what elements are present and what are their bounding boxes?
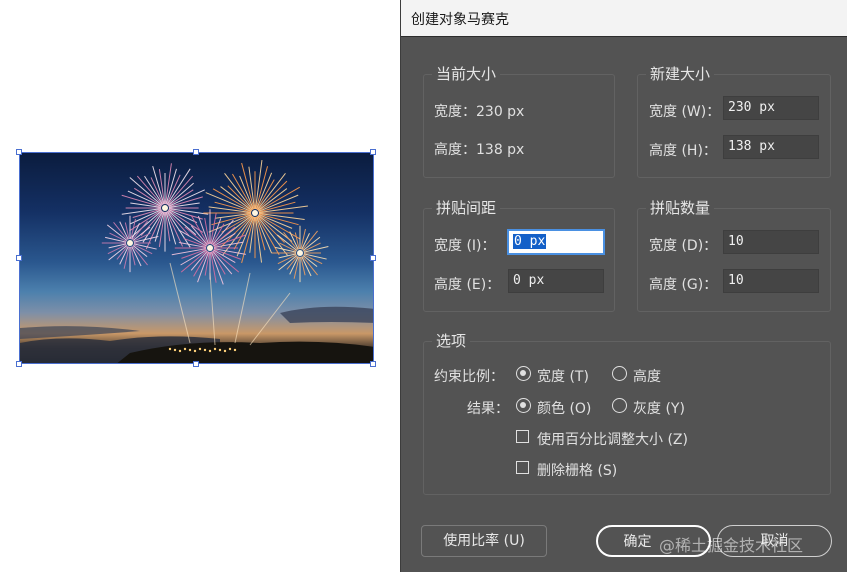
result-color-radio[interactable]	[516, 398, 531, 413]
current-size-group: 当前大小	[423, 64, 615, 178]
new-size-title: 新建大小	[646, 64, 715, 84]
current-size-title: 当前大小	[432, 64, 501, 84]
new-height-input[interactable]: 138 px	[723, 135, 819, 159]
spacing-width-label: 宽度 (I)：	[434, 238, 496, 254]
selection-handle-bottom-left[interactable]	[16, 361, 22, 367]
ok-button-label: 确定	[623, 534, 652, 550]
selection-handle-middle-left[interactable]	[16, 255, 22, 261]
spacing-width-selected-text: 0 px	[513, 234, 547, 249]
options-title: 选项	[432, 331, 471, 351]
new-width-label: 宽度 (W)：	[649, 104, 721, 120]
cancel-button[interactable]: 取消	[717, 525, 832, 557]
tile-count-title: 拼贴数量	[646, 198, 715, 218]
selection-handle-top-left[interactable]	[16, 149, 22, 155]
constrain-height-radio[interactable]	[612, 366, 627, 381]
count-height-label: 高度 (G)：	[649, 277, 718, 293]
result-grayscale-label[interactable]: 灰度 (Y)	[633, 398, 685, 418]
current-height-text: 高度：138 px	[434, 142, 525, 158]
new-height-label: 高度 (H)：	[649, 143, 717, 159]
spacing-height-input[interactable]: 0 px	[508, 269, 604, 293]
cancel-button-label: 取消	[760, 533, 789, 549]
constrain-width-radio[interactable]	[516, 366, 531, 381]
fireworks-illustration	[20, 160, 373, 363]
selection-handle-top-middle[interactable]	[193, 149, 199, 155]
delete-raster-label[interactable]: 删除栅格 (S)	[537, 460, 617, 480]
dialog-title[interactable]: 创建对象马赛克	[401, 0, 847, 37]
constrain-height-label[interactable]: 高度	[633, 366, 661, 386]
current-width-text: 宽度：230 px	[434, 104, 525, 120]
result-grayscale-radio[interactable]	[612, 398, 627, 413]
result-label: 结果：	[467, 401, 509, 417]
fireworks-image[interactable]	[19, 152, 374, 364]
use-percent-checkbox[interactable]	[516, 430, 529, 443]
count-height-input[interactable]: 10	[723, 269, 819, 293]
new-size-group: 新建大小	[637, 64, 831, 178]
selection-handle-top-right[interactable]	[370, 149, 376, 155]
spacing-height-label: 高度 (E)：	[434, 277, 501, 293]
count-width-label: 宽度 (D)：	[649, 238, 718, 254]
count-width-input[interactable]: 10	[723, 230, 819, 254]
tile-spacing-group: 拼贴间距	[423, 198, 615, 312]
constrain-width-label[interactable]: 宽度 (T)	[537, 366, 589, 386]
object-mosaic-dialog: 创建对象马赛克 当前大小 宽度：230 px 高度：138 px 新建大小 宽度…	[400, 0, 847, 572]
tile-spacing-title: 拼贴间距	[432, 198, 501, 218]
use-ratio-button[interactable]: 使用比率 (U)	[421, 525, 547, 557]
tile-count-group: 拼贴数量	[637, 198, 831, 312]
delete-raster-checkbox[interactable]	[516, 461, 529, 474]
options-group: 选项	[423, 331, 831, 495]
constrain-label: 约束比例：	[434, 369, 504, 385]
new-width-input[interactable]: 230 px	[723, 96, 819, 120]
use-percent-label[interactable]: 使用百分比调整大小 (Z)	[537, 429, 688, 449]
selection-handle-bottom-middle[interactable]	[193, 361, 199, 367]
selection-handle-bottom-right[interactable]	[370, 361, 376, 367]
spacing-width-input[interactable]: 0 px	[508, 230, 604, 254]
result-color-label[interactable]: 颜色 (O)	[537, 398, 591, 418]
ok-button[interactable]: 确定	[596, 525, 711, 557]
selection-handle-middle-right[interactable]	[370, 255, 376, 261]
